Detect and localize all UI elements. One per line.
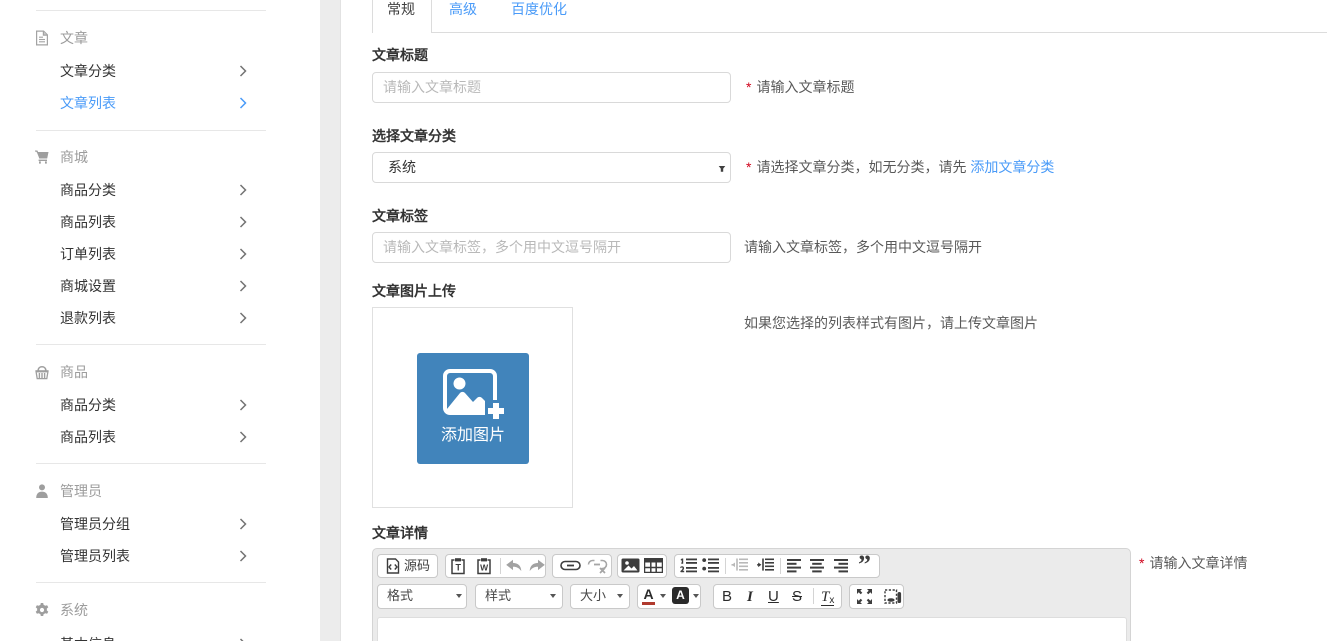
- svg-text:W: W: [480, 563, 489, 573]
- svg-text:T: T: [455, 563, 461, 573]
